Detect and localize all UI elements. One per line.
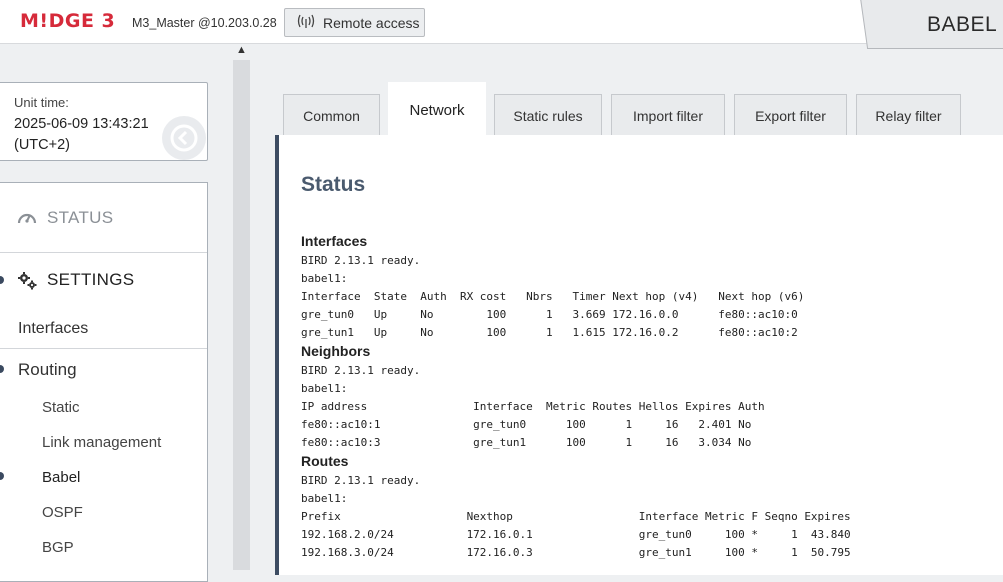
sidebar-item-link-management[interactable]: Link management	[42, 434, 161, 451]
gauge-icon	[17, 213, 37, 223]
scroll-up-button[interactable]: ▲	[233, 42, 250, 58]
sidebar-item-ospf[interactable]: OSPF	[42, 504, 83, 521]
sidebar-nav: STATUS SETTINGS Interfaces Routing Stati…	[0, 182, 208, 582]
tab-common[interactable]: Common	[283, 94, 380, 137]
unit-time-timezone: (UTC+2)	[14, 137, 70, 153]
sidebar-item-settings-label: SETTINGS	[47, 270, 135, 289]
active-dot	[0, 472, 4, 480]
tab-network[interactable]: Network	[388, 82, 486, 137]
remote-access-label: Remote access	[323, 14, 420, 31]
tab-static-rules[interactable]: Static rules	[494, 94, 602, 137]
unit-time-panel: Unit time: 2025-06-09 13:43:21 (UTC+2)	[0, 82, 208, 161]
collapse-sidebar-button[interactable]	[162, 116, 206, 160]
unit-time-label: Unit time:	[14, 95, 69, 110]
table-header: IP address Interface Metric Routes Hello…	[301, 400, 765, 413]
sidebar-item-status-label: STATUS	[47, 207, 114, 227]
remote-access-button[interactable]: Remote access	[284, 8, 425, 37]
section-heading-routes: Routes	[301, 453, 349, 469]
module-title: BABEL	[927, 13, 998, 36]
unit-time-value: 2025-06-09 13:43:21 (UTC+2)	[14, 114, 164, 156]
unit-time-datetime: 2025-06-09 13:43:21	[14, 116, 149, 132]
table-row: 192.168.2.0/24 172.16.0.1 gre_tun0 100 *…	[301, 528, 851, 541]
tab-import-filter[interactable]: Import filter	[611, 94, 725, 137]
table-header: Interface State Auth RX cost Nbrs Timer …	[301, 290, 805, 303]
sidebar-item-static[interactable]: Static	[42, 399, 80, 416]
active-dot	[0, 276, 4, 284]
table-row: gre_tun0 Up No 100 1 3.669 172.16.0.0 fe…	[301, 308, 798, 321]
remote-signal-icon	[297, 13, 315, 32]
content-panel: Status Interfaces BIRD 2.13.1 ready. bab…	[275, 135, 1003, 575]
sidebar-item-settings[interactable]: SETTINGS	[0, 254, 207, 306]
sidebar-item-interfaces[interactable]: Interfaces	[18, 320, 88, 338]
section-heading-neighbors: Neighbors	[301, 343, 371, 359]
table-row: 192.168.3.0/24 172.16.0.3 gre_tun1 100 *…	[301, 546, 851, 559]
connection-info: M3_Master @10.203.0.28	[132, 16, 277, 30]
sidebar-item-bgp[interactable]: BGP	[42, 539, 74, 556]
table-row: gre_tun1 Up No 100 1 1.615 172.16.0.2 fe…	[301, 326, 798, 339]
table-row: fe80::ac10:3 gre_tun1 100 1 16 3.034 No	[301, 436, 752, 449]
top-bar: M!DGE 3 M3_Master @10.203.0.28 Remote ac…	[0, 0, 1003, 44]
chevron-left-icon	[170, 124, 198, 152]
table-header: Prefix Nexthop Interface Metric F Seqno …	[301, 510, 851, 523]
sidebar-item-babel[interactable]: Babel	[42, 469, 80, 486]
gears-icon	[18, 272, 37, 290]
sidebar-item-status[interactable]: STATUS	[0, 183, 207, 253]
status-line: BIRD 2.13.1 ready.	[301, 254, 421, 267]
brand-logo[interactable]: M!DGE 3	[20, 10, 115, 32]
page-title: Status	[301, 173, 366, 196]
sidebar-item-routing[interactable]: Routing	[18, 360, 77, 380]
tab-relay-filter[interactable]: Relay filter	[856, 94, 961, 137]
scrollbar-track[interactable]	[233, 60, 250, 570]
status-line: BIRD 2.13.1 ready.	[301, 364, 421, 377]
status-line: babel1:	[301, 382, 348, 395]
table-row: fe80::ac10:1 gre_tun0 100 1 16 2.401 No	[301, 418, 752, 431]
status-line: babel1:	[301, 492, 348, 505]
active-dot	[0, 365, 4, 373]
sidebar-divider	[0, 348, 207, 349]
tab-export-filter[interactable]: Export filter	[734, 94, 847, 137]
section-heading-interfaces: Interfaces	[301, 233, 368, 249]
status-line: BIRD 2.13.1 ready.	[301, 474, 421, 487]
status-line: babel1:	[301, 272, 348, 285]
